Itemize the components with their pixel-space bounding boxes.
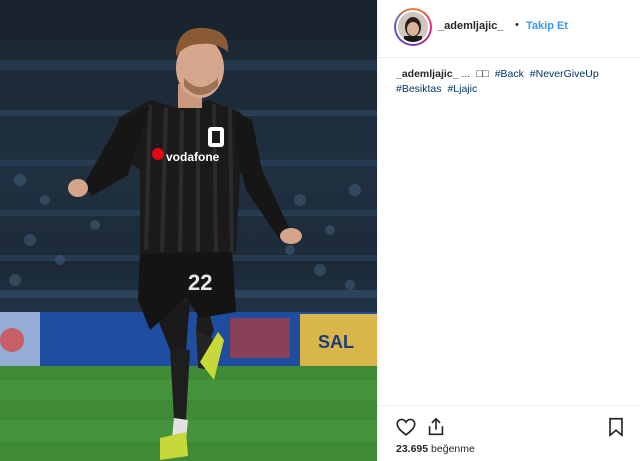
- username-link[interactable]: _ademljajic_: [438, 20, 503, 32]
- hashtag-ljajic[interactable]: #Ljajic: [447, 83, 477, 95]
- caption-username[interactable]: _ademljajic_: [396, 68, 458, 80]
- post-actions: 23.695 beğenme: [378, 405, 640, 461]
- likes-number: 23.695: [396, 443, 429, 455]
- likes-count[interactable]: 23.695 beğenme: [396, 443, 475, 455]
- hashtag-besiktas[interactable]: #Besiktas: [396, 83, 442, 95]
- hashtag-back[interactable]: #Back: [495, 68, 524, 80]
- avatar[interactable]: [394, 8, 432, 46]
- jersey-number: 22: [188, 270, 212, 295]
- bookmark-icon[interactable]: [605, 416, 627, 438]
- caption-emoji: □□: [476, 68, 489, 80]
- post-photo[interactable]: SAL 22 vodafone: [0, 0, 377, 461]
- post-caption: _ademljajic_ ... □□ #Back #NeverGiveUp #…: [396, 67, 628, 97]
- football-player-photo: SAL 22 vodafone: [0, 0, 377, 461]
- heart-icon[interactable]: [395, 416, 417, 438]
- post-side-panel: _ademljajic_ • Takip Et _ademljajic_ ...…: [377, 0, 640, 461]
- post-header: _ademljajic_ • Takip Et: [378, 0, 640, 58]
- likes-label: beğenme: [431, 443, 475, 455]
- caption-text: ...: [461, 68, 471, 80]
- separator-dot: •: [515, 19, 519, 31]
- avatar-photo: [398, 12, 428, 42]
- jersey-sponsor: vodafone: [166, 150, 220, 164]
- share-icon[interactable]: [425, 416, 447, 438]
- instagram-post: SAL 22 vodafone _ademljajic_ • Takip Et …: [0, 0, 640, 461]
- ad-board-text: SAL: [318, 332, 354, 352]
- hashtag-nevergiveup[interactable]: #NeverGiveUp: [530, 68, 599, 80]
- follow-button[interactable]: Takip Et: [526, 20, 568, 32]
